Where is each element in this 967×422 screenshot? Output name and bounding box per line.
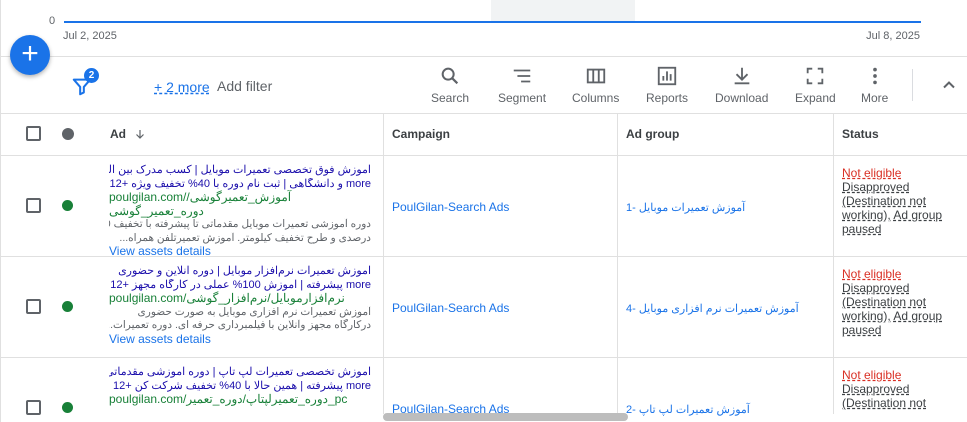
status-not-eligible[interactable]: Not eligible [842, 368, 962, 382]
status-cell: Not eligible Disapproved (Destination no… [842, 368, 962, 410]
view-assets-link[interactable]: View assets details [109, 332, 371, 347]
add-filter-button[interactable]: Add filter [217, 78, 272, 94]
column-header-ad-label: Ad [110, 127, 126, 141]
ad-preview: آموزش تخصصی تعمیرات لپ تاپ | دوره آموزشی… [109, 366, 371, 407]
status-reason: Disapproved (Destination not [842, 382, 927, 410]
chart-zero-label: 0 [49, 15, 56, 27]
ad-preview: آموزش فوق تخصصی تعمیرات موبایل | کسب مدر… [109, 164, 371, 259]
download-label: Download [715, 91, 769, 105]
horizontal-scrollbar[interactable] [383, 413, 628, 421]
more-vert-icon [872, 67, 877, 85]
add-button[interactable]: + [10, 35, 50, 75]
columns-button[interactable]: Columns [572, 65, 619, 105]
column-header-ad[interactable]: Ad [110, 127, 146, 141]
filter-button[interactable]: 2 [71, 67, 103, 99]
search-label: Search [431, 91, 470, 105]
ad-description: دوره آموزشی تعمیرات موبایل مقدماتی تا پی… [109, 218, 371, 230]
chevron-up-icon[interactable] [939, 75, 959, 95]
reports-icon [657, 66, 677, 86]
expand-icon [807, 67, 824, 85]
campaign-link[interactable]: PoulGilan-Search Ads [392, 200, 509, 214]
status-reason: Disapproved (Destination not working), A… [842, 180, 943, 236]
ad-group-link[interactable]: آموزش تعمیرات نرم افزاری موبایل -4 [626, 302, 799, 315]
status-cell: Not eligible Disapproved (Destination no… [842, 267, 962, 337]
more-button[interactable]: More [861, 65, 888, 105]
ad-headline: more و دانشگاهی | ثبت نام دوره با 40% تخ… [109, 177, 371, 190]
status-not-eligible[interactable]: Not eligible [842, 166, 962, 180]
select-all-checkbox[interactable] [26, 126, 41, 141]
ad-group-link[interactable]: آموزش تعمیرات موبایل -1 [626, 201, 745, 214]
toolbar-divider [912, 69, 913, 101]
search-icon [441, 67, 459, 85]
reports-label: Reports [646, 91, 689, 105]
segment-icon [513, 69, 531, 83]
chart-end-date: Jul 8, 2025 [866, 30, 920, 42]
filter-count-badge: 2 [84, 68, 99, 83]
row-checkbox[interactable] [26, 299, 41, 314]
ad-display-url: poulgilan.com/آموزش_تعمیرگوشی/دوره_تعمیر… [109, 190, 292, 218]
status-dot-header-icon [62, 128, 74, 140]
column-header-campaign[interactable]: Campaign [392, 127, 450, 141]
ad-headline: آموزش فوق تخصصی تعمیرات موبایل | کسب مدر… [109, 164, 371, 176]
chart-start-date: Jul 2, 2025 [63, 30, 117, 42]
ad-headline: more پیشرفته | آموزش 100% عملی در کارگاه… [110, 278, 371, 291]
enabled-status-dot [62, 402, 73, 413]
segment-button[interactable]: Segment [498, 65, 546, 105]
more-filters-link[interactable]: + 2 more [154, 79, 210, 95]
search-button[interactable]: Search [431, 65, 469, 105]
table-toolbar: + 2 + 2 more Add filter Search Segment C… [0, 35, 967, 114]
chart-series-line [64, 21, 921, 23]
row-checkbox[interactable] [26, 400, 41, 415]
column-header-ad-group[interactable]: Ad group [626, 127, 679, 141]
column-header-status[interactable]: Status [842, 127, 879, 141]
columns-label: Columns [572, 91, 620, 105]
enabled-status-dot [62, 301, 73, 312]
expand-label: Expand [795, 91, 836, 105]
download-button[interactable]: Download [715, 65, 768, 105]
ad-description: درکارگاه مجهز وآنلاین با فیلمبرداری حرفه… [109, 319, 371, 331]
ad-preview: آموزش تعمیرات نرم‌افزار موبایل | دوره آن… [109, 265, 371, 346]
status-cell: Not eligible Disapproved (Destination no… [842, 166, 962, 236]
ad-description: درصدی و طرح تخفیف کیلومتر. آموزش تعمیرتل… [119, 231, 371, 244]
ad-display-url: poulgilan.com/دوره_تعمیرلپتاپ/دوره_تعمیر… [109, 392, 348, 406]
table-header: Ad Campaign Ad group Status [1, 114, 967, 156]
expand-button[interactable]: Expand [795, 65, 836, 105]
status-reason: Disapproved (Destination not working), A… [842, 281, 943, 337]
ad-headline: آموزش تخصصی تعمیرات لپ تاپ | دوره آموزشی… [109, 366, 371, 378]
table-row: آموزش تعمیرات نرم‌افزار موبایل | دوره آن… [1, 257, 967, 358]
arrow-down-icon [136, 130, 145, 139]
google-ads-ads-view: 0 Jul 2, 2025 Jul 8, 2025 + 2 + 2 more A… [0, 0, 967, 422]
table-row: آموزش فوق تخصصی تعمیرات موبایل | کسب مدر… [1, 156, 967, 259]
ads-table: Ad Campaign Ad group Status آموزش فوق تخ… [0, 114, 967, 422]
download-icon [734, 67, 750, 85]
ad-group-link[interactable]: آموزش تعمیرات لپ تاپ -2 [626, 403, 750, 416]
ad-display-url: poulgilan.com/نرم‌افزارموبایل/نرم‌افزار_… [109, 291, 345, 305]
ad-headline: آموزش تعمیرات نرم‌افزار موبایل | دوره آن… [118, 265, 371, 277]
campaign-link[interactable]: PoulGilan-Search Ads [392, 301, 509, 315]
reports-button[interactable]: Reports [646, 65, 688, 105]
row-checkbox[interactable] [26, 198, 41, 213]
segment-label: Segment [498, 91, 547, 105]
columns-icon [586, 68, 605, 84]
chart-hover-region [491, 0, 635, 23]
enabled-status-dot [62, 200, 73, 211]
performance-chart: 0 Jul 2, 2025 Jul 8, 2025 [0, 0, 967, 56]
ad-headline: more پیشرفته | همین حالا با 40% تخفیف شر… [113, 379, 371, 392]
more-label: More [861, 91, 889, 105]
status-not-eligible[interactable]: Not eligible [842, 267, 962, 281]
ad-description: آموزش تعمیرات نرم افزاری موبایل به صورت … [137, 305, 371, 318]
